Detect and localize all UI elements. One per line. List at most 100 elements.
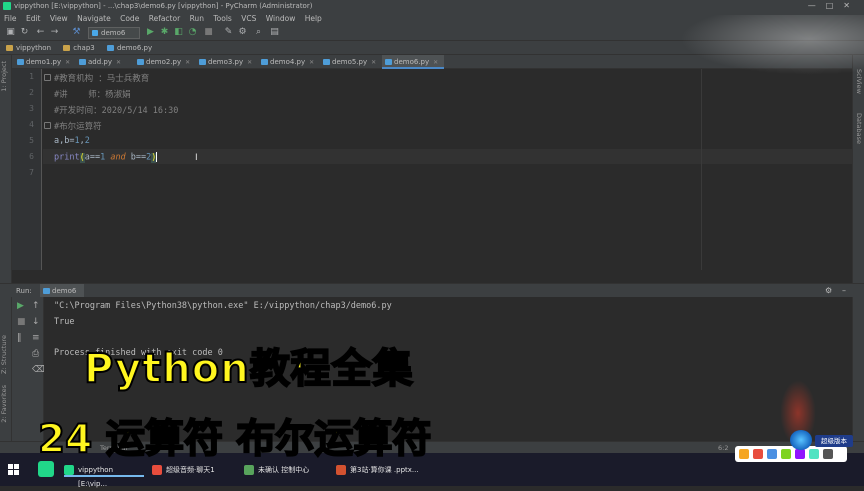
tray-app-icon[interactable] (809, 449, 819, 459)
menu-run[interactable]: Run (190, 14, 204, 23)
settings-icon[interactable]: ⚙ (238, 28, 247, 37)
menu-vcs[interactable]: VCS (241, 14, 256, 23)
menu-navigate[interactable]: Navigate (77, 14, 111, 23)
window-controls[interactable]: —□✕ (808, 0, 860, 12)
close-icon[interactable]: ✕ (843, 1, 860, 10)
line-number: 5 (29, 136, 34, 145)
menu-file[interactable]: File (4, 14, 17, 23)
menu-tools[interactable]: Tools (213, 14, 231, 23)
line-number: 6 (29, 152, 34, 161)
run-config-select[interactable]: demo6 (88, 27, 140, 39)
close-icon[interactable]: ✕ (116, 59, 121, 66)
fold-icon[interactable] (44, 122, 51, 129)
light-glare (680, 15, 864, 75)
breadcrumb-project[interactable]: vippython (6, 41, 51, 55)
console-command: "C:\Program Files\Python38\python.exe" E… (54, 301, 392, 311)
right-margin-guide (701, 69, 702, 270)
database-tool-tab[interactable]: Database (855, 113, 863, 144)
close-icon[interactable]: ✕ (371, 59, 376, 66)
tab-demo5[interactable]: demo5.py ✕ (320, 55, 380, 69)
tray-app-icon[interactable] (795, 449, 805, 459)
taskbar-item-pptx[interactable]: 第3站·算你课 .pptx... (336, 463, 422, 477)
tab-label: demo5.py (332, 58, 368, 66)
code-token: print (54, 152, 80, 163)
code-token: b== (130, 152, 147, 163)
menu-window[interactable]: Window (266, 14, 296, 23)
tab-label: demo2.py (146, 58, 182, 66)
breadcrumb-file[interactable]: demo6.py (106, 41, 152, 55)
build-icon[interactable]: ⚒ (72, 28, 81, 37)
pause-icon[interactable]: ‖ (17, 333, 22, 343)
tab-add[interactable]: add.py ✕ (76, 55, 132, 69)
trash-icon[interactable]: ⌫ (32, 365, 45, 375)
line-number: 2 (29, 88, 34, 97)
tab-demo3[interactable]: demo3.py ✕ (196, 55, 256, 69)
favorites-tool-tab[interactable]: 2: Favorites (0, 385, 12, 423)
taskbar-item-control[interactable]: 未确认 控制中心 (244, 463, 328, 477)
debug-icon[interactable]: ✱ (160, 28, 169, 37)
menu-view[interactable]: View (50, 14, 68, 23)
fold-icon[interactable] (44, 74, 51, 81)
code-editor[interactable]: #教育机构 ：马士兵教育 #讲 师：杨淑娟 #开发时间：2020/5/14 16… (43, 69, 852, 270)
forward-icon[interactable]: → (50, 28, 59, 37)
stop-icon[interactable]: ■ (17, 317, 26, 327)
window-titlebar: vippython [E:\vippython] - ...\chap3\dem… (0, 0, 864, 12)
breadcrumb-folder[interactable]: chap3 (63, 41, 95, 55)
close-icon[interactable]: ✕ (65, 59, 70, 66)
save-icon[interactable]: ▣ (6, 28, 15, 37)
tray-app-icon[interactable] (823, 449, 833, 459)
line-number-gutter: 1 2 3 4 5 6 7 (12, 69, 42, 270)
back-icon[interactable]: ← (36, 28, 45, 37)
close-icon[interactable]: ✕ (309, 59, 314, 66)
structure-icon[interactable]: ▤ (270, 28, 279, 37)
tab-label: demo1.py (26, 58, 62, 66)
menu-help[interactable]: Help (305, 14, 322, 23)
scroll-up-icon[interactable]: ↑ (32, 301, 40, 311)
coverage-icon[interactable]: ◧ (174, 28, 183, 37)
search-icon[interactable]: ⌕ (254, 28, 263, 37)
tab-demo4[interactable]: demo4.py ✕ (258, 55, 318, 69)
tray-app-icon[interactable] (753, 449, 763, 459)
video-title-overlay: Python教程全集 (83, 345, 414, 393)
stop-icon[interactable]: ■ (204, 28, 213, 37)
sync-icon[interactable]: ↻ (20, 28, 29, 37)
project-tool-tab[interactable]: 1: Project (0, 61, 12, 92)
print-icon[interactable]: ⎙ (32, 349, 39, 359)
tray-app-icon[interactable] (739, 449, 749, 459)
close-icon[interactable]: ✕ (185, 59, 190, 66)
tab-label: add.py (88, 58, 112, 66)
close-icon[interactable]: ✕ (247, 59, 252, 66)
tab-demo1[interactable]: demo1.py ✕ (14, 55, 74, 69)
run-tab-demo6[interactable]: demo6 (40, 284, 85, 298)
tab-demo2[interactable]: demo2.py ✕ (134, 55, 194, 69)
maximize-icon[interactable]: □ (826, 1, 844, 10)
profile-icon[interactable]: ◔ (188, 28, 197, 37)
windows-start-icon[interactable] (8, 464, 20, 476)
left-tool-strip: 1: Project Z: Structure 2: Favorites (0, 55, 12, 441)
scroll-down-icon[interactable]: ↓ (32, 317, 40, 327)
menu-edit[interactable]: Edit (26, 14, 41, 23)
tray-app-icon[interactable] (781, 449, 791, 459)
hide-icon[interactable]: – (842, 284, 846, 298)
minimize-icon[interactable]: — (808, 1, 826, 10)
menu-refactor[interactable]: Refactor (149, 14, 180, 23)
tray-app-icon[interactable] (767, 449, 777, 459)
close-icon[interactable]: ✕ (433, 59, 438, 66)
taskbar-item-pycharm[interactable]: vippython [E:\vip... (64, 463, 144, 488)
gear-icon[interactable]: ⚙ (825, 284, 832, 298)
text-caret (156, 152, 158, 162)
line-number: 3 (29, 104, 34, 113)
code-line-2: #讲 师：杨淑娟 (54, 90, 131, 100)
rerun-icon[interactable]: ▶ (17, 301, 24, 311)
code-line-4: #布尔运算符 (54, 122, 102, 132)
wrench-icon[interactable]: ✎ (224, 28, 233, 37)
run-icon[interactable]: ▶ (146, 28, 155, 37)
current-line-highlight (43, 149, 852, 164)
run-panel-header: Run: demo6 ⚙ – (0, 283, 864, 298)
soft-wrap-icon[interactable]: ≡ (32, 333, 40, 343)
channel-logo-icon (790, 430, 812, 450)
structure-tool-tab[interactable]: Z: Structure (0, 335, 12, 374)
tab-demo6[interactable]: demo6.py ✕ (382, 55, 444, 69)
taskbar-item-chat[interactable]: 超级音频·聊天1 (152, 463, 236, 477)
menu-code[interactable]: Code (120, 14, 139, 23)
